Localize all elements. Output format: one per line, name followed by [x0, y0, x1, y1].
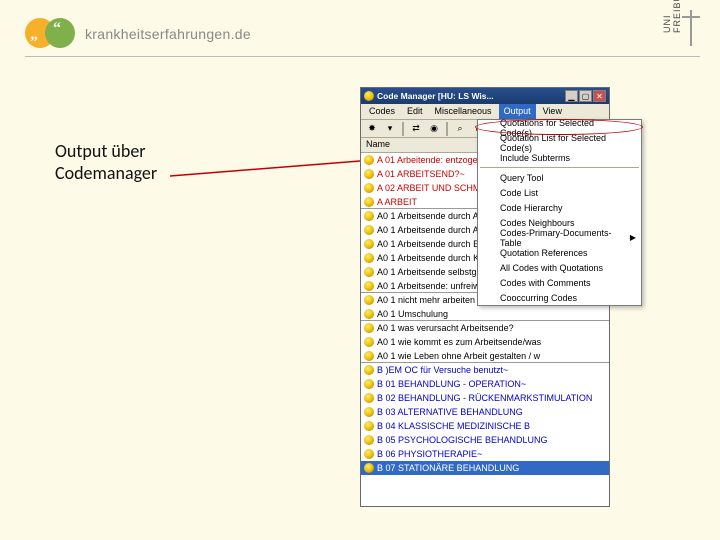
code-icon — [364, 295, 374, 305]
menu-item[interactable]: Cooccurring Codes — [478, 290, 641, 305]
code-icon — [364, 421, 374, 431]
code-label: A0 1 wie kommt es zum Arbeitsende/was — [377, 337, 541, 347]
code-row[interactable]: B 05 PSYCHOLOGISCHE BEHANDLUNG — [361, 433, 609, 447]
code-label: A0 1 Arbeitsende durch Alt — [377, 211, 483, 221]
code-label: B 07 STATIONÄRE BEHANDLUNG — [377, 463, 519, 473]
code-icon — [364, 435, 374, 445]
menu-item[interactable]: Include Subterms — [478, 150, 641, 165]
tool-network-icon[interactable]: ◉ — [426, 121, 442, 136]
code-icon — [364, 323, 374, 333]
menu-edit[interactable]: Edit — [402, 104, 428, 119]
quote-close-icon: „ — [30, 26, 38, 44]
callout-line-2: Codemanager — [55, 162, 157, 184]
menu-item[interactable]: Code List — [478, 185, 641, 200]
menu-item[interactable]: Codes with Comments — [478, 275, 641, 290]
code-label: A 02 ARBEIT UND SCHMER — [377, 183, 493, 193]
code-row[interactable]: B 03 ALTERNATIVE BEHANDLUNG — [361, 405, 609, 419]
code-icon — [364, 197, 374, 207]
code-icon — [364, 267, 374, 277]
code-row[interactable]: A0 1 Umschulung — [361, 307, 609, 321]
tool-search-icon[interactable]: ⌕ — [452, 121, 468, 136]
toolbar-separator — [402, 122, 404, 136]
tool-link-icon[interactable]: ⇄ — [408, 121, 424, 136]
code-label: A0 1 Arbeitsende durch Kü — [377, 253, 484, 263]
menu-item[interactable]: Query Tool — [478, 170, 641, 185]
close-button[interactable]: ✕ — [593, 90, 606, 102]
code-icon — [364, 393, 374, 403]
window-title: Code Manager [HU: LS Wis... — [377, 91, 562, 101]
brand-logo: „ “ — [25, 18, 77, 50]
code-row[interactable]: B 01 BEHANDLUNG - OPERATION~ — [361, 377, 609, 391]
code-label: B 05 PSYCHOLOGISCHE BEHANDLUNG — [377, 435, 548, 445]
minimize-button[interactable]: ▁ — [565, 90, 578, 102]
code-icon — [364, 379, 374, 389]
uni-badge: UNIFREIBURG — [667, 10, 700, 46]
menu-item[interactable]: Quotation References — [478, 245, 641, 260]
app-icon — [364, 91, 374, 101]
cross-icon — [682, 10, 700, 46]
code-row[interactable]: B 02 BEHANDLUNG - RÜCKENMARKSTIMULATION — [361, 391, 609, 405]
code-label: A0 1 Arbeitsende selbstge — [377, 267, 482, 277]
code-icon — [364, 449, 374, 459]
output-dropdown: Quotations for Selected Code(s)Quotation… — [477, 119, 642, 306]
code-icon — [364, 239, 374, 249]
toolbar-separator — [446, 122, 448, 136]
menu-item[interactable]: Quotation List for Selected Code(s) — [478, 135, 641, 150]
code-label: B 06 PHYSIOTHERAPIE~ — [377, 449, 482, 459]
code-label: A 01 ARBEITSEND?~ — [377, 169, 465, 179]
brand-text: krankheitserfahrungen.de — [85, 26, 251, 42]
submenu-arrow-icon: ▶ — [630, 233, 636, 242]
code-label: A0 1 Arbeitsende durch Erk — [377, 239, 487, 249]
code-label: B 01 BEHANDLUNG - OPERATION~ — [377, 379, 526, 389]
code-row[interactable]: B 04 KLASSISCHE MEDIZINISCHE B — [361, 419, 609, 433]
code-label: A0 1 Umschulung — [377, 309, 448, 319]
code-row[interactable]: B 07 STATIONÄRE BEHANDLUNG — [361, 461, 609, 475]
uni-label: UNIFREIBURG — [662, 23, 682, 33]
code-icon — [364, 225, 374, 235]
header-rule — [25, 56, 700, 57]
code-row[interactable]: A0 1 wie kommt es zum Arbeitsende/was — [361, 335, 609, 349]
code-label: B 02 BEHANDLUNG - RÜCKENMARKSTIMULATION — [377, 393, 592, 403]
code-label: B )EM OC für Versuche benutzt~ — [377, 365, 508, 375]
maximize-button[interactable]: ▢ — [579, 90, 592, 102]
code-icon — [364, 155, 374, 165]
code-icon — [364, 365, 374, 375]
code-icon — [364, 253, 374, 263]
code-icon — [364, 407, 374, 417]
code-icon — [364, 183, 374, 193]
menu-misc[interactable]: Miscellaneous — [430, 104, 497, 119]
page-header: „ “ krankheitserfahrungen.de — [25, 18, 251, 50]
menu-separator — [480, 167, 639, 168]
tool-new-icon[interactable]: ✸ — [364, 121, 380, 136]
code-label: B 03 ALTERNATIVE BEHANDLUNG — [377, 407, 523, 417]
menu-item[interactable]: Code Hierarchy — [478, 200, 641, 215]
code-icon — [364, 351, 374, 361]
menu-item[interactable]: All Codes with Quotations — [478, 260, 641, 275]
code-label: B 04 KLASSISCHE MEDIZINISCHE B — [377, 421, 530, 431]
code-icon — [364, 309, 374, 319]
code-row[interactable]: B 06 PHYSIOTHERAPIE~ — [361, 447, 609, 461]
code-icon — [364, 211, 374, 221]
code-icon — [364, 337, 374, 347]
titlebar[interactable]: Code Manager [HU: LS Wis... ▁ ▢ ✕ — [361, 88, 609, 104]
tool-sort-icon[interactable]: ▾ — [382, 121, 398, 136]
code-label: A 01 Arbeitende: entzogen — [377, 155, 483, 165]
code-label: A0 1 wie Leben ohne Arbeit gestalten / w — [377, 351, 540, 361]
code-label: A ARBEIT — [377, 197, 417, 207]
code-label: A0 1 was verursacht Arbeitsende? — [377, 323, 514, 333]
slide-callout: Output über Codemanager — [55, 140, 157, 184]
callout-line-1: Output über — [55, 140, 157, 162]
code-icon — [364, 169, 374, 179]
menu-codes[interactable]: Codes — [364, 104, 400, 119]
code-row[interactable]: A0 1 was verursacht Arbeitsende? — [361, 321, 609, 335]
menu-item[interactable]: Codes-Primary-Documents-Table▶ — [478, 230, 641, 245]
code-row[interactable]: A0 1 wie Leben ohne Arbeit gestalten / w — [361, 349, 609, 363]
code-icon — [364, 463, 374, 473]
code-icon — [364, 281, 374, 291]
code-label: A0 1 Arbeitsende durch Arb — [377, 225, 487, 235]
code-row[interactable]: B )EM OC für Versuche benutzt~ — [361, 363, 609, 377]
quote-open-icon: “ — [53, 20, 61, 38]
code-label: A0 1 Arbeitsende: unfreiwi — [377, 281, 482, 291]
